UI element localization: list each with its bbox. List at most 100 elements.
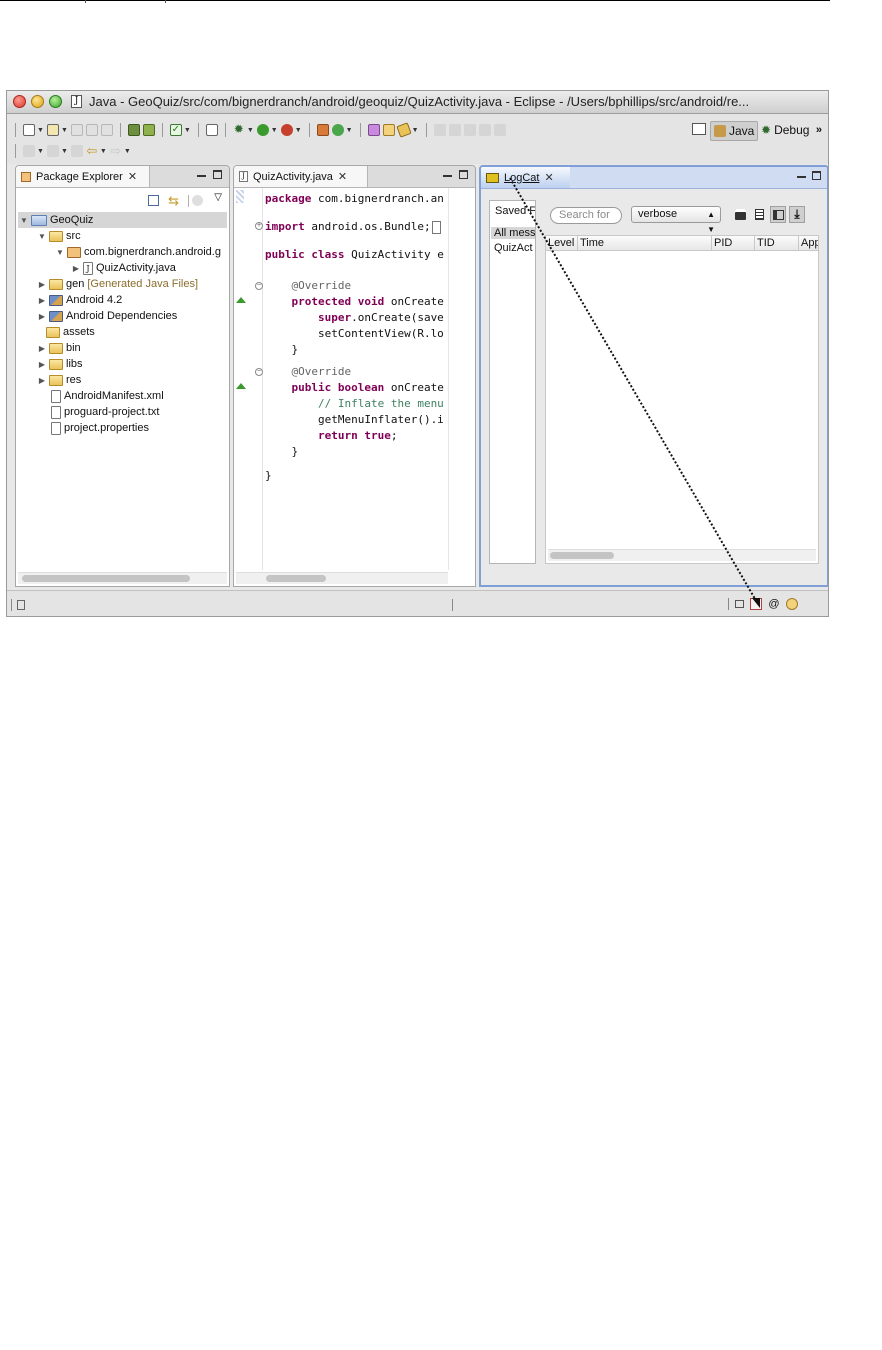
tree-node-manifest[interactable]: AndroidManifest.xml [51, 388, 164, 404]
tree-node-bin[interactable]: ▶ bin [38, 340, 81, 356]
toggle-filters-panel-button[interactable] [770, 206, 786, 223]
new-android-xml-icon[interactable] [205, 124, 218, 136]
android-sdk-manager-icon[interactable] [127, 124, 140, 136]
expand-arrow-icon[interactable]: ▼ [20, 216, 28, 225]
collapsed-arrow-icon[interactable]: ▶ [38, 344, 46, 353]
link-with-editor-icon[interactable]: ⇆ [168, 193, 179, 209]
title-bar[interactable]: J Java - GeoQuiz/src/com/bignerdranch/an… [7, 91, 828, 114]
collapsed-arrow-icon[interactable]: ▶ [38, 360, 46, 369]
android-avd-manager-icon[interactable] [142, 124, 155, 136]
overview-ruler[interactable] [448, 188, 475, 570]
focus-on-working-set-icon[interactable] [192, 195, 203, 206]
save-all-icon[interactable] [85, 124, 98, 136]
chevron-down-icon[interactable]: ▼ [412, 127, 419, 134]
column-header-time[interactable]: Time [578, 236, 712, 250]
column-header-pid[interactable]: PID [712, 236, 755, 250]
open-perspective-icon[interactable] [692, 123, 706, 135]
run-icon[interactable] [256, 124, 269, 136]
collapsed-arrow-icon[interactable]: ▶ [38, 376, 46, 385]
fast-view-icon[interactable] [17, 600, 25, 610]
print-icon[interactable] [100, 124, 113, 136]
filter-item-all-messages[interactable]: All mess [491, 227, 535, 239]
scrollbar-thumb[interactable] [22, 575, 190, 582]
minimize-window-button[interactable] [31, 95, 44, 108]
chevron-down-icon[interactable]: ▼ [61, 148, 68, 155]
horizontal-scrollbar[interactable] [18, 572, 227, 584]
problems-view-icon[interactable] [750, 598, 762, 610]
collapsed-arrow-icon[interactable]: ▶ [38, 280, 46, 289]
perspective-java[interactable]: Java [710, 121, 759, 141]
more-perspectives-icon[interactable]: » [816, 124, 822, 136]
tree-node-project-properties[interactable]: project.properties [51, 420, 149, 436]
search-flashlight-icon[interactable] [395, 122, 412, 138]
new-java-project-icon[interactable] [46, 124, 59, 136]
chevron-down-icon[interactable]: ▼ [295, 127, 302, 134]
expand-fold-icon[interactable]: + [255, 222, 263, 230]
forward-arrow-icon[interactable]: ⇨ [110, 144, 122, 157]
chevron-down-icon[interactable]: ▼ [184, 127, 191, 134]
lint-check-icon[interactable]: ✓ [169, 124, 182, 136]
view-menu-icon[interactable]: ▽ [214, 192, 222, 203]
tree-node-android-dependencies[interactable]: ▶ Android Dependencies [38, 308, 177, 324]
expand-arrow-icon[interactable]: ▼ [56, 248, 64, 257]
tree-node-project[interactable]: ▼ GeoQuiz [20, 212, 93, 228]
collapsed-arrow-icon[interactable]: ▶ [72, 264, 80, 273]
maximize-view-icon[interactable] [459, 170, 468, 179]
save-log-button[interactable] [732, 206, 748, 223]
tree-node-assets[interactable]: assets [46, 324, 95, 340]
clear-log-button[interactable] [751, 206, 767, 223]
zoom-window-button[interactable] [49, 95, 62, 108]
chevron-down-icon[interactable]: ▼ [37, 127, 44, 134]
next-annotation-icon[interactable] [23, 145, 35, 157]
minimize-view-icon[interactable] [197, 170, 206, 177]
last-edit-location-icon[interactable] [70, 145, 83, 157]
collapse-all-icon[interactable] [148, 195, 159, 206]
log-level-select[interactable]: verbose ▲ ▼ [631, 206, 721, 234]
tree-node-libs[interactable]: ▶ libs [38, 356, 83, 372]
collapsed-arrow-icon[interactable]: ▶ [38, 312, 46, 321]
scrollbar-thumb[interactable] [550, 552, 614, 559]
chevron-down-icon[interactable]: ▼ [247, 127, 254, 134]
filter-item-quizactivity[interactable]: QuizAct [494, 242, 533, 254]
open-type-icon[interactable] [367, 124, 380, 136]
maximize-view-icon[interactable] [213, 170, 222, 179]
collapsed-arrow-icon[interactable]: ▶ [38, 296, 46, 305]
close-icon[interactable]: ✕ [128, 170, 137, 183]
maximize-view-icon[interactable] [812, 171, 821, 180]
back-arrow-icon[interactable]: ⇦ [86, 144, 98, 157]
show-pilcrow-icon[interactable] [493, 124, 506, 136]
chevron-down-icon[interactable]: ▼ [100, 148, 107, 155]
block-selection-icon[interactable] [463, 124, 476, 136]
new-java-package-icon[interactable] [316, 124, 329, 136]
tree-node-quizactivity[interactable]: ▶ J QuizActivity.java [72, 260, 176, 276]
declaration-view-icon[interactable] [786, 598, 798, 610]
close-window-button[interactable] [13, 95, 26, 108]
column-header-app[interactable]: App [799, 236, 818, 250]
save-icon[interactable] [70, 124, 83, 136]
logcat-search-input[interactable]: Search for [550, 207, 622, 224]
scroll-lock-button[interactable]: ⤓ [789, 206, 805, 223]
horizontal-scrollbar[interactable] [236, 572, 448, 584]
tab-quizactivity-java[interactable]: J QuizActivity.java ✕ [234, 166, 368, 187]
external-tools-icon[interactable] [280, 124, 293, 136]
folded-code-marker[interactable] [431, 220, 441, 234]
debug-icon[interactable]: ✹ [233, 123, 245, 136]
minimize-view-icon[interactable] [797, 171, 806, 178]
tree-node-gen[interactable]: ▶ gen [Generated Java Files] [38, 276, 198, 292]
toggle-breadcrumb-icon[interactable] [433, 124, 446, 136]
column-header-tid[interactable]: TID [755, 236, 799, 250]
code-text-area[interactable]: package com.bignerdranch.an import andro… [265, 188, 475, 570]
open-task-icon[interactable] [382, 124, 395, 136]
previous-annotation-icon[interactable] [46, 145, 59, 157]
restore-views-icon[interactable] [735, 600, 744, 608]
chevron-down-icon[interactable]: ▼ [61, 127, 68, 134]
new-wizard-icon[interactable] [23, 124, 35, 136]
new-java-class-icon[interactable] [331, 124, 344, 136]
mark-occurrences-icon[interactable] [448, 124, 461, 136]
scrollbar-thumb[interactable] [266, 575, 326, 582]
collapse-fold-icon[interactable]: − [255, 368, 263, 376]
chevron-down-icon[interactable]: ▼ [124, 148, 131, 155]
chevron-down-icon[interactable]: ▼ [346, 127, 353, 134]
chevron-down-icon[interactable]: ▼ [271, 127, 278, 134]
chevron-down-icon[interactable]: ▼ [37, 148, 44, 155]
